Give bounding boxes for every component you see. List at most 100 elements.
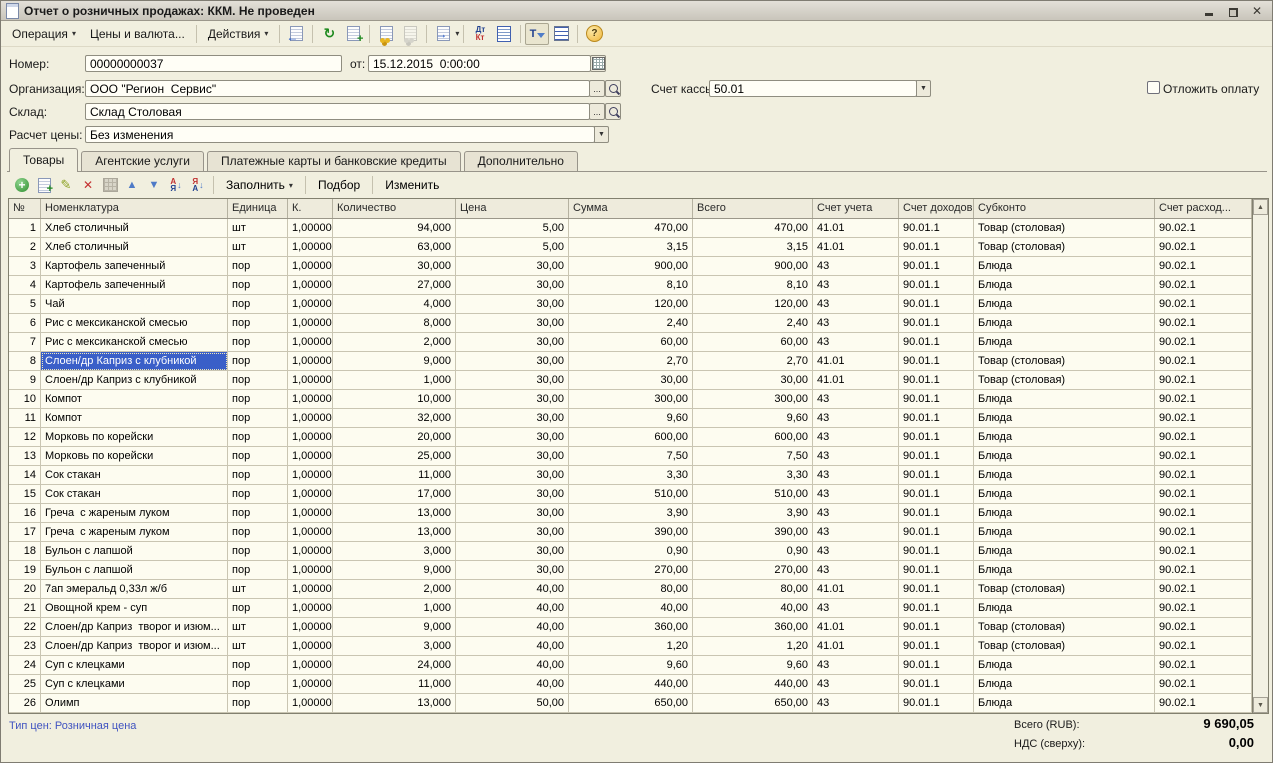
table-cell[interactable]: 63,000 bbox=[333, 238, 456, 257]
table-cell[interactable]: 43 bbox=[813, 257, 899, 276]
table-cell[interactable]: 40,00 bbox=[456, 675, 569, 694]
table-cell[interactable]: 80,00 bbox=[693, 580, 813, 599]
table-cell[interactable]: 90.01.1 bbox=[899, 694, 974, 713]
table-cell[interactable]: 1,000000 bbox=[288, 599, 333, 618]
table-cell[interactable]: 2,000 bbox=[333, 333, 456, 352]
table-cell[interactable]: 90.01.1 bbox=[899, 219, 974, 238]
table-cell[interactable]: 30,00 bbox=[456, 295, 569, 314]
table-cell[interactable]: 1,000000 bbox=[288, 238, 333, 257]
table-cell[interactable]: 2,40 bbox=[693, 314, 813, 333]
tab-1[interactable]: Агентские услуги bbox=[81, 151, 204, 172]
table-cell[interactable]: 30,00 bbox=[456, 371, 569, 390]
price-calc-dropdown-button[interactable]: ▼ bbox=[594, 126, 609, 143]
table-cell[interactable]: пор bbox=[228, 276, 288, 295]
table-cell[interactable]: 50,00 bbox=[456, 694, 569, 713]
column-header[interactable]: Сумма bbox=[569, 199, 693, 218]
table-cell[interactable]: Товар (столовая) bbox=[974, 352, 1155, 371]
table-cell[interactable]: 90.02.1 bbox=[1155, 447, 1252, 466]
table-cell[interactable]: 90.02.1 bbox=[1155, 333, 1252, 352]
table-cell[interactable]: пор bbox=[228, 656, 288, 675]
table-cell[interactable]: 30,00 bbox=[456, 485, 569, 504]
table-cell[interactable]: 900,00 bbox=[569, 257, 693, 276]
chevron-down-icon[interactable]: ▾ bbox=[455, 29, 459, 38]
minimize-button[interactable] bbox=[1202, 5, 1216, 17]
sort-desc-button[interactable]: ЯА ↓ bbox=[187, 175, 209, 195]
table-cell[interactable]: 3,90 bbox=[693, 504, 813, 523]
table-cell[interactable]: 90.02.1 bbox=[1155, 219, 1252, 238]
table-cell[interactable]: Суп с клецками bbox=[41, 656, 228, 675]
table-cell[interactable]: 5,00 bbox=[456, 219, 569, 238]
table-cell[interactable]: 30,00 bbox=[456, 314, 569, 333]
table-cell[interactable]: Блюда bbox=[974, 675, 1155, 694]
table-cell[interactable]: шт bbox=[228, 618, 288, 637]
table-cell[interactable]: пор bbox=[228, 523, 288, 542]
table-cell[interactable]: 9,60 bbox=[693, 409, 813, 428]
edit-row-button[interactable]: ✎ bbox=[55, 175, 77, 195]
table-cell[interactable]: 470,00 bbox=[693, 219, 813, 238]
table-cell[interactable]: 3,000 bbox=[333, 637, 456, 656]
table-cell[interactable]: 30,00 bbox=[456, 447, 569, 466]
table-cell[interactable]: 90.02.1 bbox=[1155, 523, 1252, 542]
table-cell[interactable]: Блюда bbox=[974, 504, 1155, 523]
table-cell[interactable]: 90.01.1 bbox=[899, 485, 974, 504]
table-cell[interactable]: 41.01 bbox=[813, 618, 899, 637]
table-cell[interactable]: Бульон с лапшой bbox=[41, 542, 228, 561]
table-cell[interactable]: 0,90 bbox=[569, 542, 693, 561]
table-cell[interactable]: Товар (столовая) bbox=[974, 580, 1155, 599]
table-cell[interactable]: 19 bbox=[9, 561, 41, 580]
table-cell[interactable]: 25 bbox=[9, 675, 41, 694]
table-cell[interactable]: 1,000000 bbox=[288, 542, 333, 561]
table-cell[interactable]: Хлеб столичный bbox=[41, 219, 228, 238]
table-cell[interactable]: 90.01.1 bbox=[899, 447, 974, 466]
scrollbar-track[interactable] bbox=[1253, 215, 1268, 697]
table-cell[interactable]: 30,00 bbox=[456, 409, 569, 428]
table-cell[interactable]: Сок стакан bbox=[41, 466, 228, 485]
refresh-button[interactable]: ↻ bbox=[317, 23, 341, 45]
table-cell[interactable]: 90.01.1 bbox=[899, 618, 974, 637]
table-cell[interactable]: 9,60 bbox=[569, 656, 693, 675]
table-cell[interactable]: 40,00 bbox=[456, 637, 569, 656]
table-cell[interactable]: 8,10 bbox=[693, 276, 813, 295]
table-cell[interactable]: 1,000000 bbox=[288, 409, 333, 428]
table-cell[interactable]: 600,00 bbox=[693, 428, 813, 447]
table-cell[interactable]: 30,00 bbox=[456, 352, 569, 371]
table-cell[interactable]: 90.01.1 bbox=[899, 276, 974, 295]
cash-account-field[interactable]: 50.01 bbox=[709, 80, 917, 97]
table-cell[interactable]: 20,000 bbox=[333, 428, 456, 447]
table-cell[interactable]: 10 bbox=[9, 390, 41, 409]
table-cell[interactable]: 40,00 bbox=[456, 599, 569, 618]
table-cell[interactable]: 4,000 bbox=[333, 295, 456, 314]
table-cell[interactable]: Овощной крем - суп bbox=[41, 599, 228, 618]
table-cell[interactable]: 1,000000 bbox=[288, 219, 333, 238]
table-cell[interactable]: 1,000000 bbox=[288, 371, 333, 390]
table-cell[interactable]: 90.02.1 bbox=[1155, 257, 1252, 276]
table-cell[interactable]: 90.01.1 bbox=[899, 523, 974, 542]
change-button[interactable]: Изменить bbox=[377, 176, 447, 194]
table-cell[interactable]: 40,00 bbox=[693, 599, 813, 618]
table-cell[interactable]: 7,50 bbox=[693, 447, 813, 466]
table-cell[interactable]: 7 bbox=[9, 333, 41, 352]
table-cell[interactable]: 30,00 bbox=[456, 542, 569, 561]
table-cell[interactable]: 9,60 bbox=[569, 409, 693, 428]
table-cell[interactable]: пор bbox=[228, 314, 288, 333]
table-cell[interactable]: Картофель запеченный bbox=[41, 276, 228, 295]
table-cell[interactable]: 41.01 bbox=[813, 219, 899, 238]
table-cell[interactable]: 1,000000 bbox=[288, 276, 333, 295]
pick-button[interactable]: Подбор bbox=[310, 176, 368, 194]
table-cell[interactable]: 30,00 bbox=[456, 428, 569, 447]
table-cell[interactable]: 26 bbox=[9, 694, 41, 713]
calendar-button[interactable] bbox=[590, 55, 606, 72]
table-cell[interactable]: 90.01.1 bbox=[899, 257, 974, 276]
table-cell[interactable]: 4 bbox=[9, 276, 41, 295]
table-cell[interactable]: 43 bbox=[813, 409, 899, 428]
table-cell[interactable]: 1,000000 bbox=[288, 352, 333, 371]
table-cell[interactable]: 90.02.1 bbox=[1155, 466, 1252, 485]
table-cell[interactable]: 1,000000 bbox=[288, 447, 333, 466]
table-cell[interactable]: 3,000 bbox=[333, 542, 456, 561]
table-cell[interactable]: 30,000 bbox=[333, 257, 456, 276]
table-cell[interactable]: 15 bbox=[9, 485, 41, 504]
table-cell[interactable]: 43 bbox=[813, 333, 899, 352]
table-cell[interactable]: Блюда bbox=[974, 428, 1155, 447]
table-cell[interactable]: 360,00 bbox=[569, 618, 693, 637]
table-cell[interactable]: 90.01.1 bbox=[899, 656, 974, 675]
